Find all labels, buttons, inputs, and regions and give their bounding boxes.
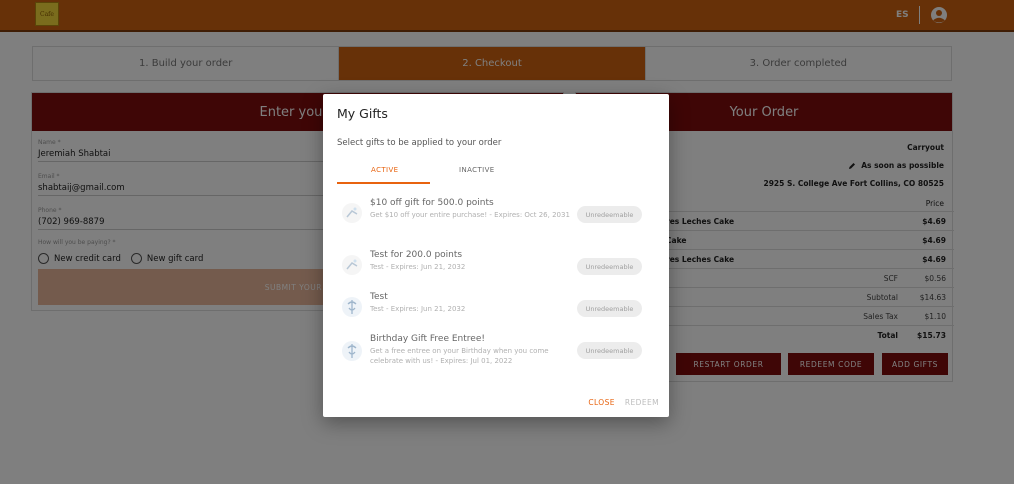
redeem-button[interactable]: REDEEM xyxy=(625,398,659,407)
my-gifts-dialog: My Gifts Select gifts to be applied to y… xyxy=(323,94,669,417)
dialog-title: My Gifts xyxy=(337,106,388,121)
gift-title: Test xyxy=(370,292,388,302)
dialog-actions: CLOSE REDEEM xyxy=(588,398,659,407)
gift-item[interactable]: Birthday Gift Free Entree! Get a free en… xyxy=(341,334,663,374)
gift-description: Get a free entree on your Birthday when … xyxy=(370,347,549,365)
gift-image-icon xyxy=(342,203,362,223)
gift-title: Birthday Gift Free Entree! xyxy=(370,334,485,344)
gift-image-icon xyxy=(342,255,362,275)
gift-image-icon xyxy=(342,341,362,361)
active-tab-indicator xyxy=(337,182,430,184)
close-button[interactable]: CLOSE xyxy=(588,398,615,407)
gift-description: Test - Expires: Jun 21, 2032 xyxy=(370,305,466,313)
gift-image-icon xyxy=(342,297,362,317)
gift-title: Test for 200.0 points xyxy=(370,250,463,260)
gift-item[interactable]: Test Test - Expires: Jun 21, 2032 Unrede… xyxy=(341,292,663,332)
gift-tabs: ACTIVE INACTIVE xyxy=(337,160,537,184)
gift-status-badge: Unredeemable xyxy=(577,300,642,317)
gift-status-badge: Unredeemable xyxy=(577,206,642,223)
gift-title: $10 off gift for 500.0 points xyxy=(370,198,494,208)
tab-active[interactable]: ACTIVE xyxy=(371,166,399,174)
dialog-subtitle: Select gifts to be applied to your order xyxy=(337,138,502,148)
gift-description: Test - Expires: Jun 21, 2032 xyxy=(370,263,466,271)
tab-inactive[interactable]: INACTIVE xyxy=(459,166,495,174)
gift-description: Get $10 off your entire purchase! - Expi… xyxy=(370,211,570,219)
gift-item[interactable]: $10 off gift for 500.0 points Get $10 of… xyxy=(341,198,663,238)
gift-item[interactable]: Test for 200.0 points Test - Expires: Ju… xyxy=(341,250,663,290)
gift-status-badge: Unredeemable xyxy=(577,342,642,359)
gift-status-badge: Unredeemable xyxy=(577,258,642,275)
